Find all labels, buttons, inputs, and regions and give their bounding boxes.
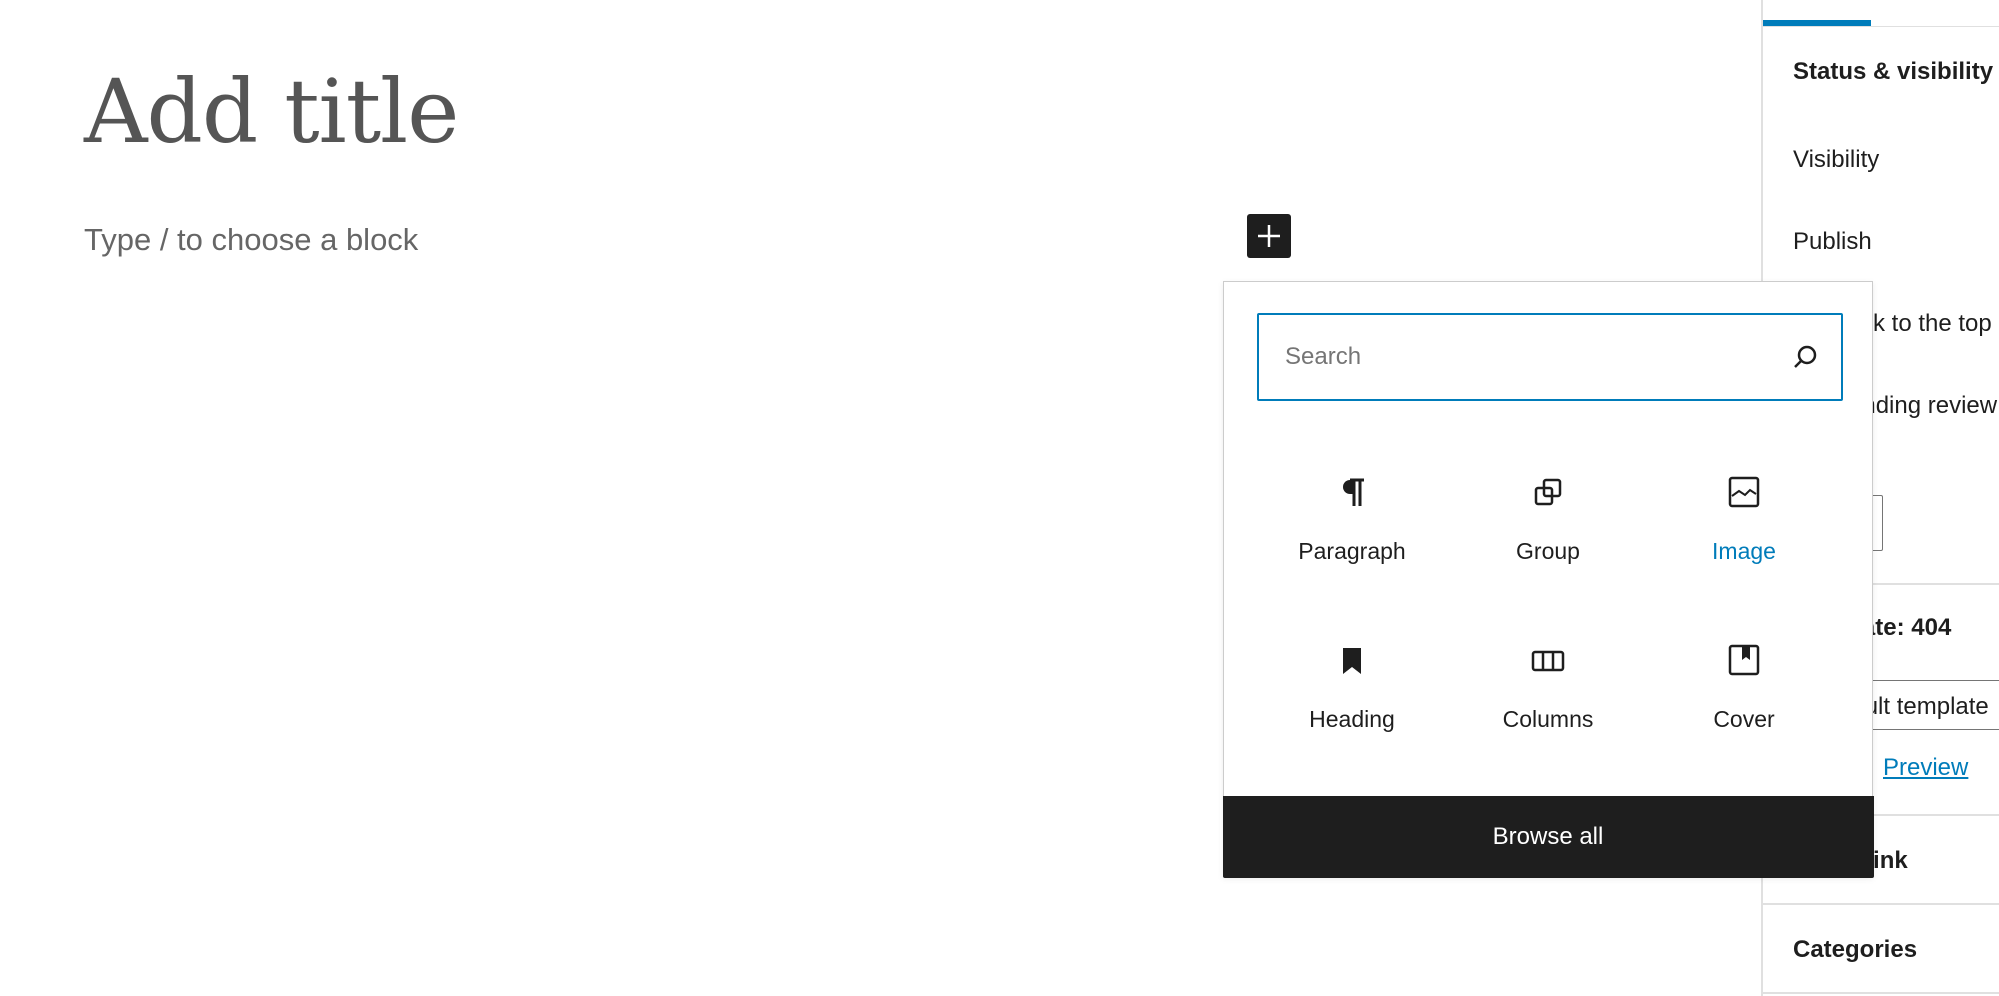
image-icon xyxy=(1728,476,1760,508)
publish-label: Publish xyxy=(1793,228,1872,255)
block-inserter-popover: Paragraph Group Image Heading Columns Co… xyxy=(1222,281,1874,878)
block-placeholder[interactable]: Type / to choose a block xyxy=(84,222,418,258)
preview-link[interactable]: Preview xyxy=(1883,754,1968,782)
paragraph-icon xyxy=(1343,478,1364,506)
block-inserter-button[interactable] xyxy=(1247,214,1291,258)
plus-icon xyxy=(1258,225,1280,247)
block-image[interactable]: Image xyxy=(1646,472,1842,612)
heading-bookmark-icon xyxy=(1343,648,1361,674)
block-label: Heading xyxy=(1309,706,1395,732)
block-label: Group xyxy=(1516,538,1580,564)
columns-icon xyxy=(1531,650,1565,672)
search-icon xyxy=(1794,345,1817,368)
block-label: Columns xyxy=(1502,706,1594,732)
block-group[interactable]: Group xyxy=(1450,472,1646,612)
block-heading[interactable]: Heading xyxy=(1254,640,1450,780)
visibility-label: Visibility xyxy=(1793,146,1880,173)
status-visibility-panel-toggle[interactable]: Status & visibility xyxy=(1793,58,1993,86)
block-label: Paragraph xyxy=(1298,538,1406,564)
post-title-input[interactable]: Add title xyxy=(84,60,459,163)
block-cover[interactable]: Cover xyxy=(1646,640,1842,780)
cover-icon xyxy=(1728,644,1760,676)
block-label: Cover xyxy=(1713,706,1775,732)
block-label: Image xyxy=(1712,538,1776,564)
block-paragraph[interactable]: Paragraph xyxy=(1254,472,1450,612)
browse-all-button[interactable]: Browse all xyxy=(1222,795,1874,878)
group-icon xyxy=(1534,478,1562,506)
block-search-field[interactable] xyxy=(1257,313,1843,401)
block-search-input[interactable] xyxy=(1285,315,1765,398)
block-columns[interactable]: Columns xyxy=(1450,640,1646,780)
categories-panel-toggle[interactable]: Categories xyxy=(1793,936,1917,964)
